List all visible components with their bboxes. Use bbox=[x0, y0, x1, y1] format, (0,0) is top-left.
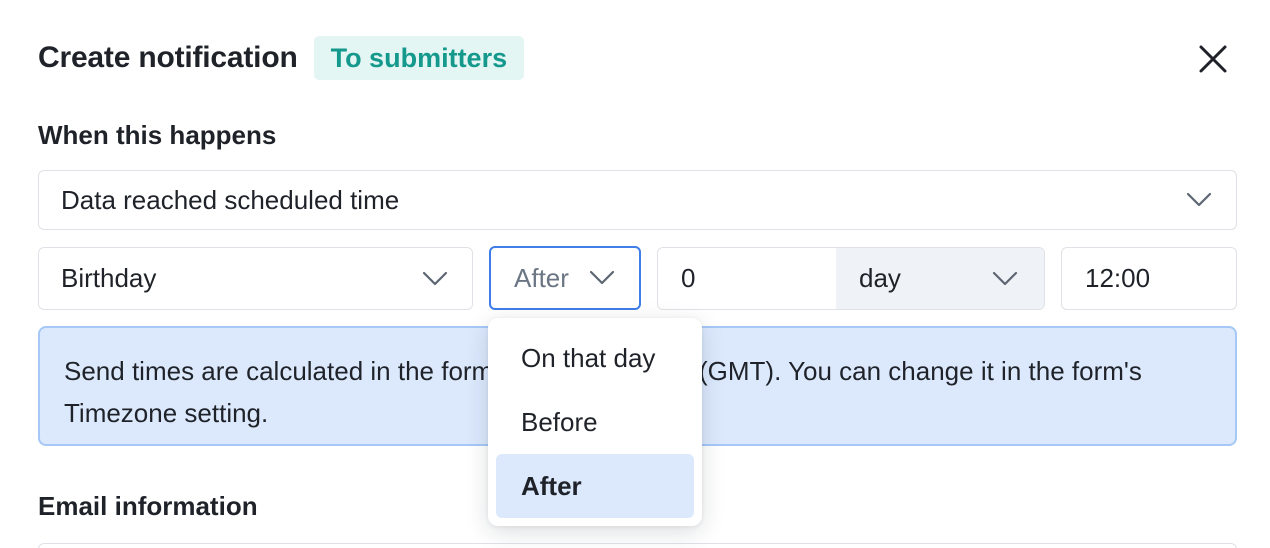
dropdown-option-after[interactable]: After bbox=[496, 454, 694, 518]
unit-select[interactable]: day bbox=[836, 248, 1044, 309]
relation-select[interactable]: After bbox=[489, 246, 641, 310]
time-input[interactable] bbox=[1061, 247, 1237, 310]
relation-dropdown-menu: On that day Before After bbox=[488, 318, 702, 526]
relation-select-value: After bbox=[514, 262, 569, 293]
dialog-header: Create notification To submitters bbox=[38, 36, 525, 80]
offset-group: day bbox=[657, 247, 1045, 310]
date-field-select[interactable]: Birthday bbox=[38, 247, 473, 310]
date-field-value: Birthday bbox=[61, 263, 157, 293]
trigger-select-value: Data reached scheduled time bbox=[61, 184, 400, 215]
offset-input[interactable] bbox=[658, 248, 836, 309]
audience-badge: To submitters bbox=[313, 36, 525, 80]
chevron-down-icon bbox=[992, 271, 1018, 285]
dropdown-option-on-that-day[interactable]: On that day bbox=[496, 326, 694, 390]
email-field[interactable] bbox=[38, 543, 1237, 548]
close-button[interactable] bbox=[1194, 40, 1232, 78]
unit-select-value: day bbox=[859, 263, 901, 293]
trigger-section-label: When this happens bbox=[38, 120, 277, 150]
chevron-down-icon bbox=[422, 271, 448, 285]
trigger-select[interactable]: Data reached scheduled time bbox=[38, 170, 1237, 230]
close-icon bbox=[1199, 45, 1227, 73]
dropdown-option-before[interactable]: Before bbox=[496, 390, 694, 454]
chevron-down-icon bbox=[589, 270, 615, 285]
chevron-down-icon bbox=[1186, 192, 1212, 207]
dialog-title: Create notification bbox=[38, 41, 298, 74]
email-section-label: Email information bbox=[38, 491, 258, 521]
